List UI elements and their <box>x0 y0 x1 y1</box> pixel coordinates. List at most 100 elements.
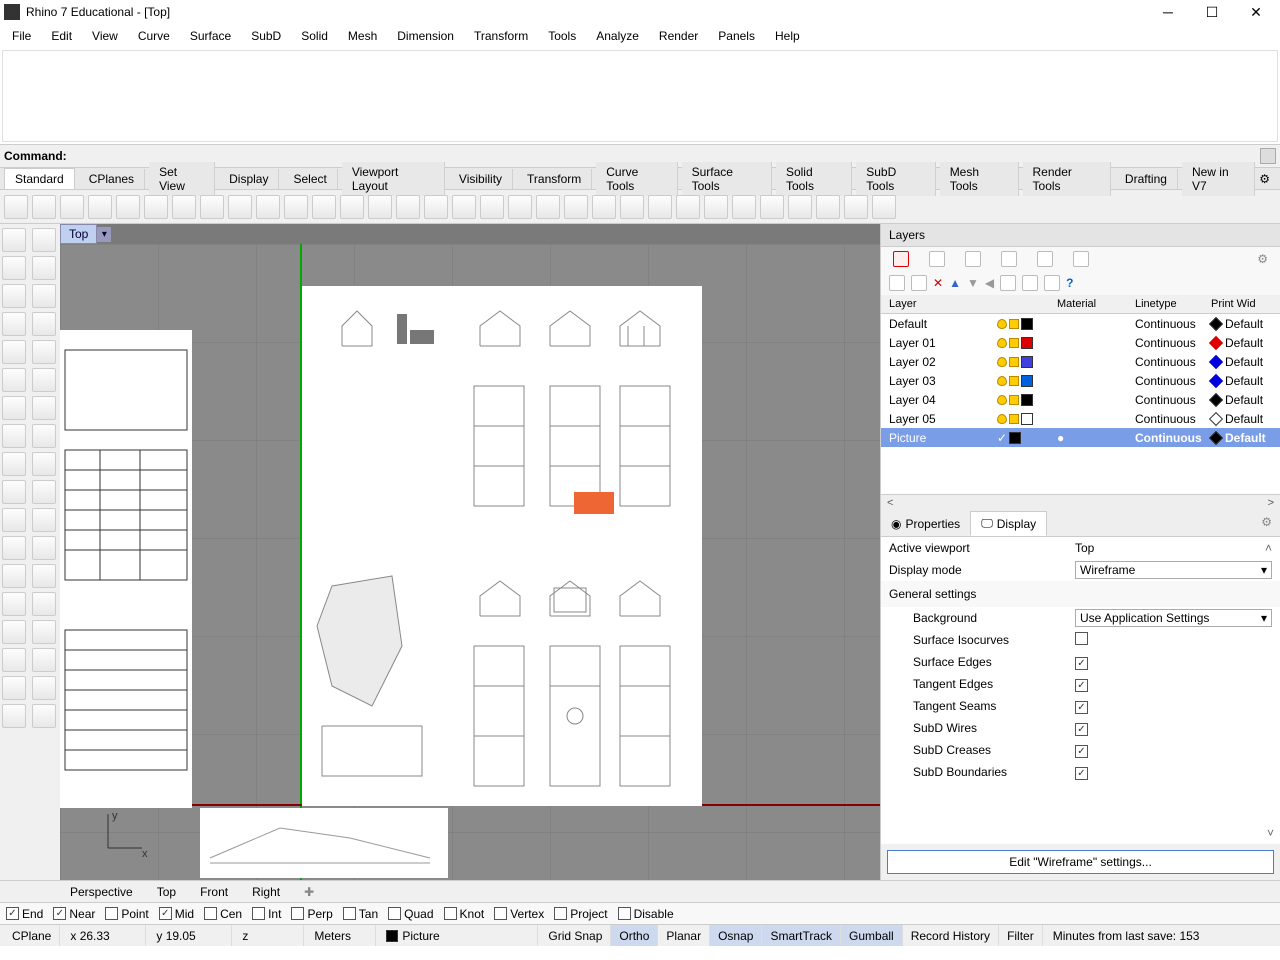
render-preview-icon[interactable] <box>564 195 588 219</box>
toolbar-tab-render-tools[interactable]: Render Tools <box>1023 162 1111 196</box>
visibility-icon[interactable] <box>997 376 1007 386</box>
status-units[interactable]: Meters <box>306 925 376 946</box>
view-tab-top[interactable]: Top <box>157 885 176 899</box>
command-spinner[interactable] <box>1260 148 1276 164</box>
paste-icon[interactable] <box>200 195 224 219</box>
menu-analyze[interactable]: Analyze <box>588 27 647 45</box>
layer-linetype[interactable]: Continuous <box>1135 393 1211 407</box>
checkbox-tangent-seams[interactable] <box>1075 701 1088 714</box>
layer-print[interactable]: Default <box>1211 431 1276 445</box>
layers-icon[interactable] <box>620 195 644 219</box>
osnap-project[interactable]: Project <box>554 907 607 921</box>
colors-icon[interactable] <box>872 195 896 219</box>
shell-icon[interactable] <box>32 620 56 644</box>
scale-icon[interactable] <box>32 424 56 448</box>
layer-linetype[interactable]: Continuous <box>1135 317 1211 331</box>
ungroup-icon[interactable] <box>32 676 56 700</box>
split-icon[interactable] <box>2 508 26 532</box>
edit-wireframe-button[interactable]: Edit "Wireframe" settings... <box>887 850 1274 874</box>
osnap-disable[interactable]: Disable <box>618 907 674 921</box>
osnap-perp[interactable]: Perp <box>291 907 332 921</box>
visibility-icon[interactable] <box>997 395 1007 405</box>
color-swatch[interactable] <box>1021 394 1033 406</box>
zoom-dynamic-icon[interactable] <box>340 195 364 219</box>
hide-icon[interactable] <box>676 195 700 219</box>
status-current-layer[interactable]: Picture <box>378 925 538 946</box>
layer-row[interactable]: Layer 04Continuous Default <box>881 390 1280 409</box>
move-up-icon[interactable]: ▲ <box>949 276 961 290</box>
render-icon[interactable] <box>592 195 616 219</box>
loft-icon[interactable] <box>32 564 56 588</box>
checkbox-surface-isocurves[interactable] <box>1075 632 1088 645</box>
layer-linetype[interactable]: Continuous <box>1135 336 1211 350</box>
libraries-panel-tab[interactable] <box>929 251 945 267</box>
color-swatch[interactable] <box>1009 432 1021 444</box>
trim-icon[interactable] <box>32 452 56 476</box>
layer-print[interactable]: Default <box>1211 374 1276 388</box>
delete-layer-icon[interactable]: ✕ <box>933 276 943 290</box>
layer-row[interactable]: DefaultContinuous Default <box>881 314 1280 333</box>
layer-print[interactable]: Default <box>1211 317 1276 331</box>
props-gear-icon[interactable]: ⚙ <box>1253 511 1280 536</box>
text-icon[interactable] <box>32 340 56 364</box>
color-swatch[interactable] <box>1021 356 1033 368</box>
osnap-point[interactable]: Point <box>105 907 148 921</box>
scroll-up-icon[interactable]: ˄ <box>1265 541 1272 555</box>
osnap-near[interactable]: Near <box>53 907 95 921</box>
polygon-icon[interactable] <box>32 312 56 336</box>
menu-file[interactable]: File <box>4 27 39 45</box>
lock-icon[interactable] <box>1009 395 1019 405</box>
move-left-icon[interactable]: ◀ <box>985 276 994 290</box>
menu-render[interactable]: Render <box>651 27 706 45</box>
toolbar-tab-standard[interactable]: Standard <box>4 168 75 189</box>
layer-row[interactable]: Layer 02Continuous Default <box>881 352 1280 371</box>
options-icon[interactable] <box>788 195 812 219</box>
status-planar[interactable]: Planar <box>658 925 710 946</box>
zoom-selected-icon[interactable] <box>396 195 420 219</box>
layer-row[interactable]: Layer 03Continuous Default <box>881 371 1280 390</box>
menu-transform[interactable]: Transform <box>466 27 536 45</box>
menu-edit[interactable]: Edit <box>43 27 80 45</box>
layer-print[interactable]: Default <box>1211 355 1276 369</box>
toolbar-tab-solid-tools[interactable]: Solid Tools <box>776 162 852 196</box>
circle-icon[interactable] <box>2 284 26 308</box>
arc-icon[interactable] <box>32 368 56 392</box>
layer-linetype[interactable]: Continuous <box>1135 374 1211 388</box>
materials-panel-tab[interactable] <box>965 251 981 267</box>
viewport-menu-dropdown[interactable]: ▾ <box>97 227 111 242</box>
color-swatch[interactable] <box>1021 413 1033 425</box>
status-smarttrack[interactable]: SmartTrack <box>762 925 841 946</box>
col-printwid-header[interactable]: Print Wid <box>1211 298 1276 310</box>
new-icon[interactable] <box>4 195 28 219</box>
polyline-icon[interactable] <box>2 256 26 280</box>
toolbar-tab-visibility[interactable]: Visibility <box>449 169 513 189</box>
checkbox-subd-boundaries[interactable] <box>1075 767 1088 780</box>
move-icon[interactable] <box>2 396 26 420</box>
help-panel-tab[interactable] <box>1037 251 1053 267</box>
visibility-icon[interactable] <box>997 319 1007 329</box>
array-icon[interactable] <box>2 648 26 672</box>
menu-surface[interactable]: Surface <box>182 27 239 45</box>
copy-icon[interactable] <box>32 396 56 420</box>
menu-mesh[interactable]: Mesh <box>340 27 385 45</box>
extrude-icon[interactable] <box>2 564 26 588</box>
checkbox-subd-creases[interactable] <box>1075 745 1088 758</box>
filter-icon[interactable] <box>844 195 868 219</box>
properties-icon[interactable] <box>648 195 672 219</box>
help-icon[interactable] <box>816 195 840 219</box>
curve-icon[interactable] <box>32 256 56 280</box>
lights-panel-tab[interactable] <box>1001 251 1017 267</box>
hatch-icon[interactable] <box>32 704 56 728</box>
move-down-icon[interactable]: ▼ <box>967 276 979 290</box>
toolbar-tab-curve-tools[interactable]: Curve Tools <box>596 162 677 196</box>
status-filter[interactable]: Filter <box>999 925 1043 946</box>
extend-icon[interactable] <box>2 480 26 504</box>
status-grid-snap[interactable]: Grid Snap <box>540 925 611 946</box>
menu-help[interactable]: Help <box>767 27 808 45</box>
viewport-label[interactable]: Top <box>60 224 97 244</box>
dim-icon[interactable] <box>2 704 26 728</box>
color-swatch[interactable] <box>1021 375 1033 387</box>
menu-dimension[interactable]: Dimension <box>389 27 462 45</box>
checkbox-tangent-edges[interactable] <box>1075 679 1088 692</box>
layer-linetype[interactable]: Continuous <box>1135 355 1211 369</box>
